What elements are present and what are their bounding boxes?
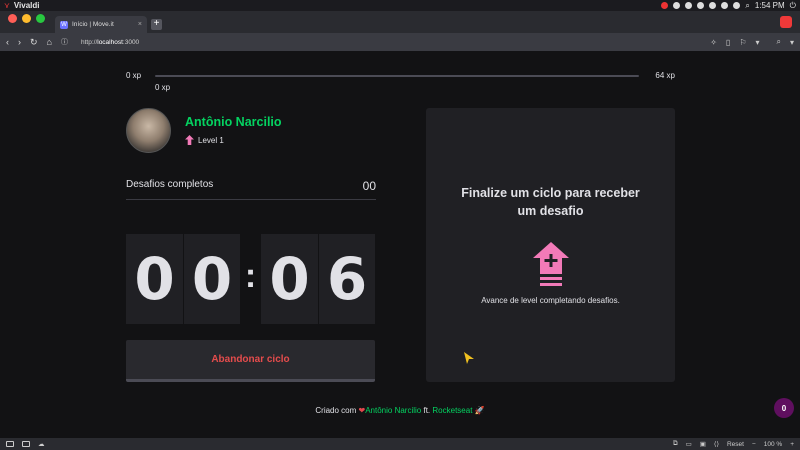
close-window-button[interactable] [8,14,17,23]
page-actions-icon[interactable]: ⟨⟩ [714,440,719,448]
challenge-title: Finalize um ciclo para receber um desafi… [461,186,640,218]
seconds: 0 6 [261,234,375,324]
reader-icon[interactable]: ▯ [726,38,730,47]
battery-icon[interactable] [733,2,741,9]
image-toggle-icon[interactable]: ▣ [700,440,706,448]
vivaldi-menu-icon[interactable]: ⋎ [4,1,10,10]
extensions-icon[interactable]: ✧ [710,38,717,47]
tab-move-it[interactable]: W Início | Move.it × [55,16,147,33]
level-up-icon [532,242,569,286]
minimize-window-button[interactable] [22,14,31,23]
favicon-icon: W [60,20,68,29]
wifi-icon[interactable] [721,2,729,9]
minute-digit: 0 [183,234,240,324]
forward-icon[interactable]: › [18,37,21,47]
bookmark-icon[interactable]: ⚐ [739,38,746,47]
url-port: :3000 [122,38,140,46]
level-label: Level 1 [198,135,224,145]
timer-separator: : [244,256,257,295]
status-right: ⧉ ▭ ▣ ⟨⟩ Reset − 100 % + [673,440,794,448]
bluetooth-icon[interactable] [709,2,717,9]
window-panel-icon[interactable] [22,441,30,447]
footer: Criado com ❤Antônio Narcilio ft. Rockets… [0,406,800,415]
xp-current-label: 0 xp [155,83,171,92]
second-digit: 6 [318,234,375,324]
address-bar-actions: ✧ ▯ ⚐ ▾ ⌕ ▾ [710,37,794,47]
xp-track [155,75,639,77]
url-prefix: http:// [80,38,98,46]
status-bar: ☁ ⧉ ▭ ▣ ⟨⟩ Reset − 100 % + [0,438,800,450]
app-name: Vivaldi [13,1,40,10]
zoom-out-icon[interactable]: − [752,441,756,448]
tiling-icon[interactable]: ▭ [686,440,692,448]
countdown-timer: 0 0 : 0 6 [126,234,375,324]
profile-level: Level 1 [185,135,282,145]
challenge-box: Finalize um ciclo para receber um desafi… [426,108,675,382]
tab-close-icon[interactable]: × [138,21,142,28]
vivaldi-logo-icon[interactable] [780,16,792,28]
url-host: localhost [97,38,123,46]
completed-challenges: Desafios completos 00 [126,179,376,200]
volume-icon[interactable] [697,2,705,9]
app-tray-icon[interactable] [685,2,693,9]
mouse-cursor-icon [464,352,474,364]
home-icon[interactable]: ⌂ [47,37,52,47]
dropdown-chevron-icon[interactable]: ▾ [755,38,759,47]
clock[interactable]: 1:54 PM [755,1,785,10]
power-icon[interactable]: ⏻ [790,1,796,11]
cloud-sync-icon[interactable]: ☁ [38,440,45,448]
os-top-bar: ⋎ Vivaldi ⌕ 1:54 PM ⏻ [0,0,800,11]
completed-count: 00 [362,179,376,193]
app-page: 0 xp 64 xp 0 xp Antônio Narcilio Level 1… [0,51,800,438]
search-engine-chevron-icon[interactable]: ▾ [790,38,794,47]
maximize-window-button[interactable] [36,14,45,23]
zoom-level[interactable]: 100 % [764,441,782,448]
tab-strip: W Início | Move.it × + [0,11,800,33]
url-field[interactable]: http://localhost:3000 [81,39,139,46]
capture-icon[interactable]: ⧉ [673,440,678,448]
reload-icon[interactable]: ↻ [30,37,38,48]
footer-ft: ft. [423,406,431,415]
search-icon[interactable]: ⌕ [777,37,781,47]
system-tray: ⌕ 1:54 PM ⏻ [661,1,796,11]
completed-label: Desafios completos [126,179,214,190]
search-tray-icon[interactable]: ⌕ [745,1,749,11]
zoom-in-icon[interactable]: + [790,441,794,448]
tab-title: Início | Move.it [72,21,114,28]
footer-author-link[interactable]: Antônio Narcilio [365,406,421,415]
second-digit: 0 [261,234,318,324]
address-bar: ‹ › ↻ ⌂ ⓘ http://localhost:3000 ✧ ▯ ⚐ ▾ … [0,33,800,51]
minutes: 0 0 [126,234,240,324]
avatar [126,107,171,153]
abandon-cycle-button[interactable]: Abandonar ciclo [126,340,375,382]
notification-badge[interactable]: 0 [774,398,794,418]
panel-toggle-icon[interactable] [6,441,14,447]
footer-brand-link[interactable]: Rocketseat [432,406,472,415]
new-tab-button[interactable]: + [151,19,162,30]
minute-digit: 0 [126,234,183,324]
network-icon[interactable] [673,2,681,9]
xp-min-label: 0 xp [126,71,142,80]
site-info-icon[interactable]: ⓘ [61,37,68,47]
window-controls [0,11,45,33]
left-column: Antônio Narcilio Level 1 Desafios comple… [126,107,376,200]
xp-max-label: 64 xp [655,71,675,80]
profile-name: Antônio Narcilio [185,115,282,129]
level-up-icon [185,135,194,145]
back-icon[interactable]: ‹ [6,37,9,47]
rocket-icon: 🚀 [474,406,485,415]
reset-zoom-button[interactable]: Reset [727,441,744,448]
record-icon[interactable] [661,2,669,9]
profile: Antônio Narcilio Level 1 [126,107,376,153]
footer-prefix: Criado com [315,406,357,415]
experience-bar: 0 xp 64 xp 0 xp [126,71,675,92]
challenge-hint: Avance de level completando desafios. [481,296,620,305]
